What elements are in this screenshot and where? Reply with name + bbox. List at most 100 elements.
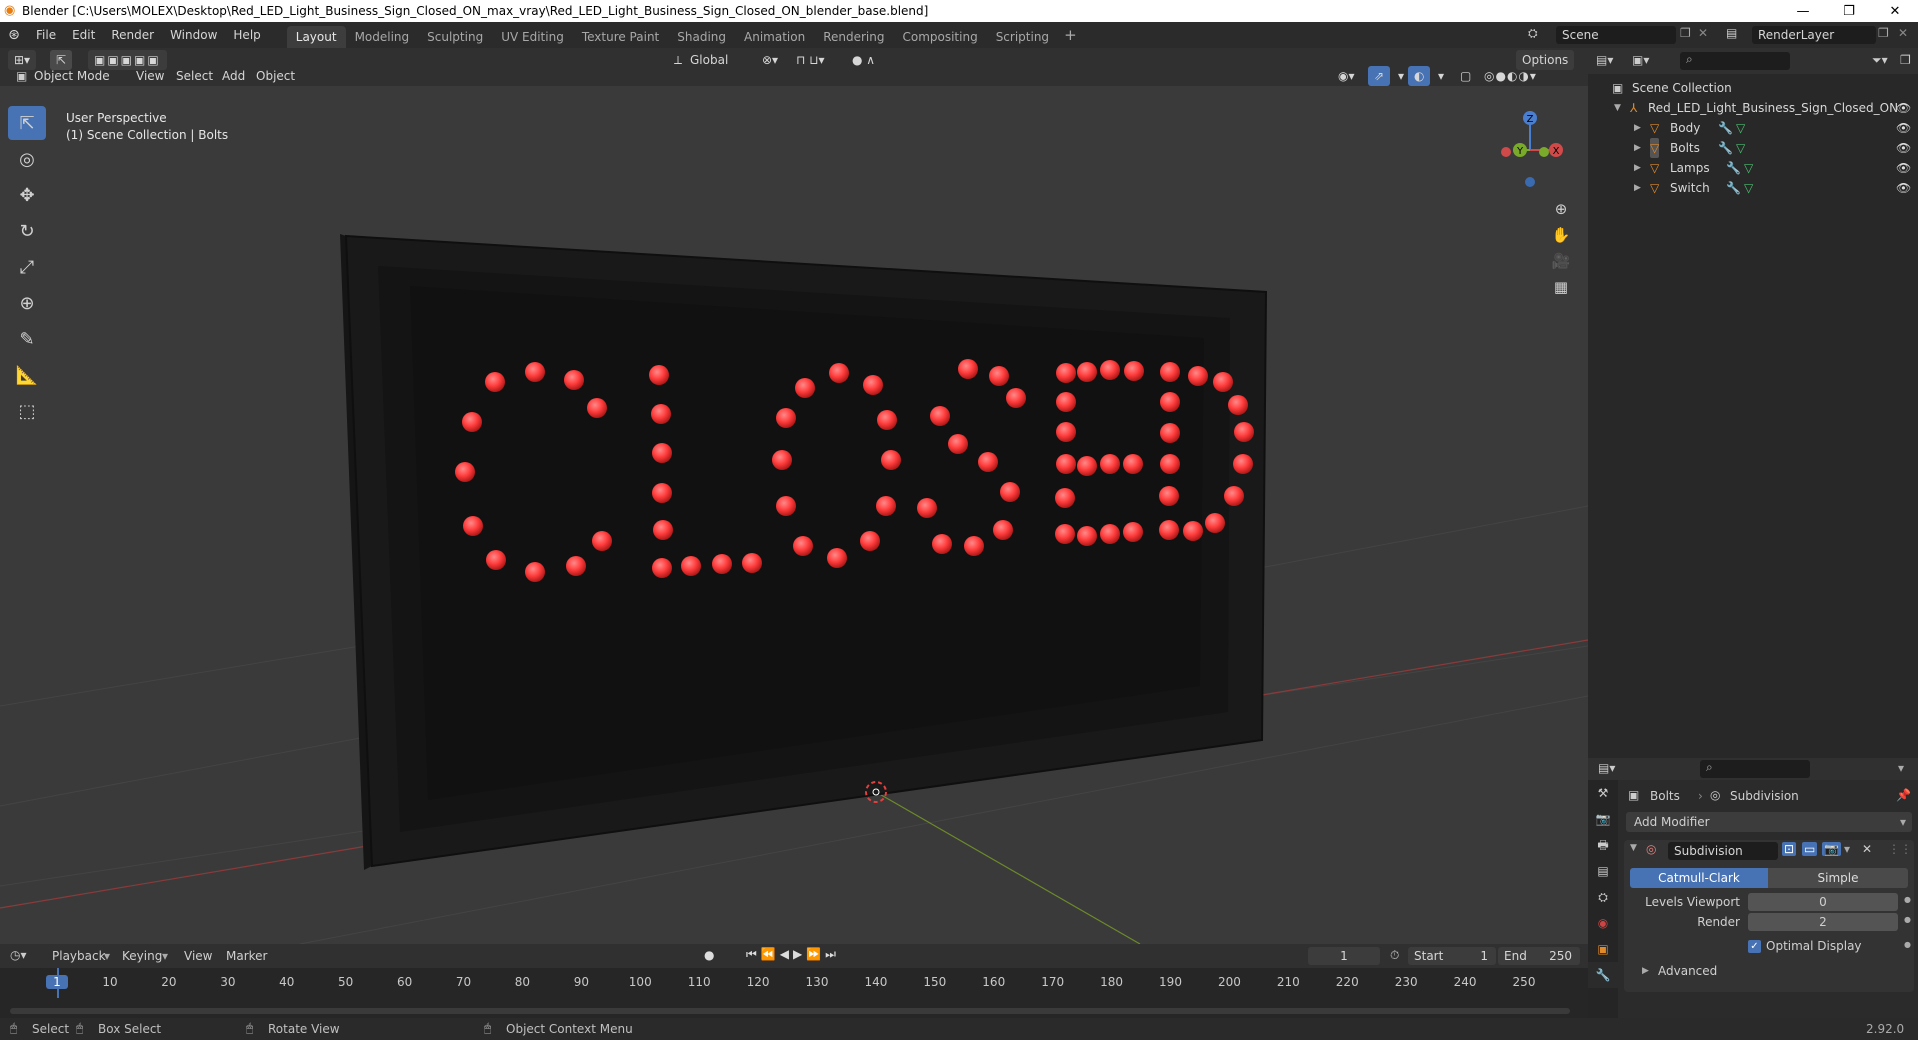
edit-mode-toggle-icon[interactable]: ⊡ [1782,842,1797,856]
expand-arrow-icon[interactable]: ▶ [1634,158,1641,178]
keyframe-dot-icon[interactable]: ● [1904,915,1911,924]
eye-icon[interactable]: 👁 [1896,98,1911,118]
menu-edit[interactable]: Edit [64,22,103,48]
render-toggle-icon[interactable]: 📷 [1822,842,1841,856]
overlay-dropdown-icon[interactable]: ▾ [1432,66,1450,86]
properties-search-input[interactable] [1700,760,1810,778]
expand-arrow-icon[interactable]: ▼ [1614,98,1621,118]
playback-controls-icons[interactable]: ⏮⏪◀▶⏩⏭ [746,947,840,962]
tree-row-scene-collection[interactable]: ▣ Scene Collection [1588,78,1918,98]
menu-render[interactable]: Render [103,22,162,48]
scene-tab-icon[interactable]: ⛭ [1588,884,1618,910]
tab-compositing[interactable]: Compositing [893,26,986,48]
modifier-wrench-icon[interactable]: 🔧 [1726,158,1741,178]
overlay-toggle-icon[interactable]: ◐ [1408,66,1431,86]
new-collection-icon[interactable]: ❐ [1900,53,1911,67]
minimize-button[interactable]: — [1780,0,1826,22]
cursor-tool-icon[interactable]: ◎ [8,142,46,176]
measure-tool-icon[interactable]: 📐 [8,358,46,392]
rotate-tool-icon[interactable]: ↻ [8,214,46,248]
navigation-gizmo[interactable]: Z X Y [1490,108,1570,188]
vp-menu-select[interactable]: Select [170,66,219,86]
pivot-icon[interactable]: ⊗▾ [756,50,784,70]
close-window-button[interactable]: ✕ [1872,0,1918,22]
modifier-wrench-icon[interactable]: 🔧 [1726,178,1741,198]
vp-menu-view[interactable]: View [130,66,170,86]
catmull-clark-button[interactable]: Catmull-Clark [1630,868,1768,888]
start-frame-field[interactable]: Start 1 [1408,947,1496,965]
3d-viewport[interactable] [0,86,1588,944]
keyframe-dot-icon[interactable]: ● [1904,940,1911,949]
advanced-subpanel[interactable]: Advanced [1658,964,1717,978]
mesh-data-icon[interactable]: ▽ [1736,118,1745,138]
vp-menu-add[interactable]: Add [216,66,251,86]
modifier-tab-icon[interactable]: 🔧 [1588,962,1618,988]
eye-icon[interactable]: 👁 [1896,118,1911,138]
add-modifier-dropdown[interactable]: Add Modifier ▾ [1626,812,1912,832]
modifier-menu-icon[interactable]: ▾ [1844,842,1850,856]
render-layer-icon[interactable]: ▤ [1726,26,1737,40]
mesh-data-icon[interactable]: ▽ [1744,158,1753,178]
clock-icon[interactable]: ⏱ [1390,948,1399,963]
transform-tool-icon[interactable]: ⊕ [8,286,46,320]
delete-scene-icon[interactable]: ✕ [1698,26,1708,40]
mesh-data-icon[interactable]: ▽ [1736,138,1745,158]
timeline-menu-view[interactable]: View [184,949,212,963]
object-tab-icon[interactable]: ▣ [1588,936,1618,962]
tree-row-bolts[interactable]: ▶ ▽ Bolts 🔧 ▽ 👁 [1588,138,1918,158]
timeline-menu-keying[interactable]: Keying [122,949,162,963]
tab-uv-editing[interactable]: UV Editing [492,26,573,48]
shading-mode-icons[interactable]: ◎●◐◑▾ [1478,66,1543,86]
keyframe-dot-icon[interactable]: ● [1904,895,1911,904]
end-frame-field[interactable]: End 250 [1498,947,1580,965]
pan-hand-icon[interactable]: ✋ [1548,222,1574,248]
expand-arrow-icon[interactable]: ▶ [1634,138,1641,158]
timeline-type-icon[interactable]: ◷▾ [10,948,27,962]
vp-menu-object[interactable]: Object [250,66,301,86]
render-layer-field[interactable]: RenderLayer [1752,26,1876,44]
remove-modifier-icon[interactable]: ✕ [1862,842,1872,856]
view-layer-tab-icon[interactable]: ▤ [1588,858,1618,884]
modifier-wrench-icon[interactable]: 🔧 [1718,118,1733,138]
scene-icon[interactable]: ⛭ [1528,26,1538,41]
outliner-search-input[interactable] [1680,52,1790,70]
filter-icon[interactable]: ⏷▾ [1872,53,1888,68]
zoom-icon[interactable]: ⊕ [1548,196,1574,222]
render-levels-field[interactable]: 2 [1748,913,1898,931]
menu-window[interactable]: Window [162,22,225,48]
collapse-icon[interactable]: ▾ [1898,761,1904,775]
menu-file[interactable]: File [28,22,64,48]
proportional-edit-icon[interactable]: ● ∧ [846,50,881,70]
tree-row-collection[interactable]: ▼ ⅄ Red_LED_Light_Business_Sign_Closed_O… [1588,98,1918,118]
tab-scripting[interactable]: Scripting [987,26,1058,48]
timeline-scrollbar[interactable] [10,1008,1570,1014]
gizmo-toggle-icon[interactable]: ⇗ [1368,66,1391,86]
annotate-tool-icon[interactable]: ✎ [8,322,46,356]
properties-type-icon[interactable]: ▤▾ [1598,761,1615,775]
eye-icon[interactable]: 👁 [1896,158,1911,178]
tab-modeling[interactable]: Modeling [346,26,419,48]
pin-icon[interactable]: 📌 [1896,788,1911,802]
optimal-display-checkbox[interactable]: ✓ [1748,940,1761,953]
object-mode-dropdown[interactable]: Object Mode [28,66,118,86]
tree-row-lamps[interactable]: ▶ ▽ Lamps 🔧 ▽ 👁 [1588,158,1918,178]
blender-menu-icon[interactable]: ⊛ [0,27,28,43]
timeline-menu-marker[interactable]: Marker [226,949,267,963]
tab-rendering[interactable]: Rendering [814,26,893,48]
outliner-type-icon[interactable]: ▤▾ [1596,53,1613,67]
render-tab-icon[interactable]: 📷 [1588,806,1618,832]
scale-tool-icon[interactable]: ⤢ [8,250,46,284]
tab-animation[interactable]: Animation [735,26,814,48]
eye-icon[interactable]: 👁 [1896,138,1911,158]
transform-orientation-dropdown[interactable]: Global [684,50,734,70]
add-workspace-button[interactable]: + [1058,26,1083,44]
tree-row-body[interactable]: ▶ ▽ Body 🔧 ▽ 👁 [1588,118,1918,138]
world-tab-icon[interactable]: ◉ [1588,910,1618,936]
tree-row-switch[interactable]: ▶ ▽ Switch 🔧 ▽ 👁 [1588,178,1918,198]
tab-texture-paint[interactable]: Texture Paint [573,26,668,48]
expand-arrow-icon[interactable]: ▶ [1634,118,1641,138]
ortho-grid-icon[interactable]: ▦ [1548,274,1574,300]
visibility-icon[interactable]: ◉▾ [1332,66,1361,86]
simple-button[interactable]: Simple [1768,868,1908,888]
move-tool-icon[interactable]: ✥ [8,178,46,212]
